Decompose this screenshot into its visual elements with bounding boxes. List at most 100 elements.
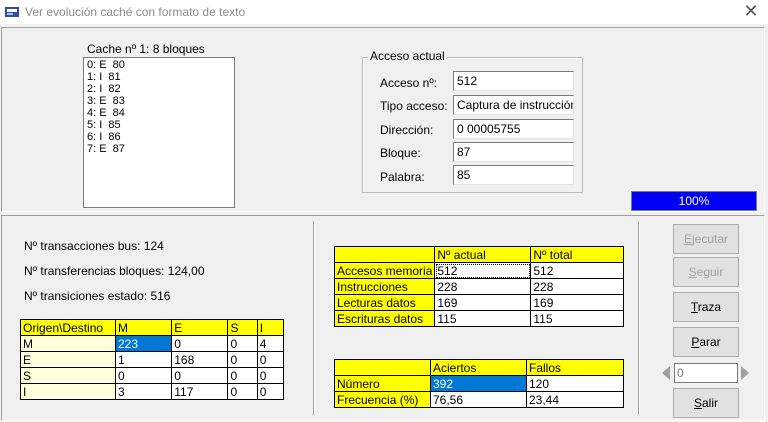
button-label: raza xyxy=(697,300,722,314)
divider xyxy=(313,221,315,415)
column-header: E xyxy=(171,319,229,336)
row-header: I xyxy=(20,383,116,400)
address-label: Dirección: xyxy=(380,123,434,137)
hits-table[interactable]: Aciertos Fallos Número 392 120 Frecuenci… xyxy=(334,359,624,408)
table-cell[interactable]: 392 xyxy=(430,375,527,392)
cache-label: Cache nº 1: 8 bloques xyxy=(87,42,205,56)
table-cell[interactable]: 115 xyxy=(434,310,532,327)
title-bar: Ver evolución caché con formato de texto… xyxy=(0,0,768,24)
button-mnemonic: E xyxy=(683,232,692,246)
list-item[interactable]: 1: I 81 xyxy=(87,71,231,83)
column-header: M xyxy=(114,319,173,336)
block-label: Bloque: xyxy=(380,146,421,160)
list-item[interactable]: 5: I 85 xyxy=(87,119,231,131)
stop-button[interactable]: Parar xyxy=(673,327,739,357)
column-header: Fallos xyxy=(526,359,624,376)
table-cell[interactable]: 0 xyxy=(227,351,258,368)
spin-right-icon[interactable] xyxy=(741,366,749,380)
address-field[interactable]: 0 00005755 xyxy=(453,119,574,139)
row-header: Lecturas datos xyxy=(333,294,436,311)
row-header: Accesos memoria xyxy=(333,262,436,279)
table-cell[interactable]: 223 xyxy=(114,335,173,352)
step-spinner-field[interactable]: 0 xyxy=(674,363,738,383)
table-cell[interactable]: 0 xyxy=(256,351,285,368)
row-header: Instrucciones xyxy=(333,278,436,295)
table-cell[interactable]: 0 xyxy=(171,335,229,352)
list-item[interactable]: 6: I 86 xyxy=(87,131,231,143)
table-cell[interactable]: 115 xyxy=(530,310,624,327)
table-row: Número 392 120 xyxy=(334,375,624,392)
access-table[interactable]: Nº actual Nº total Accesos memoria 512 5… xyxy=(333,246,624,327)
app-icon xyxy=(5,7,19,17)
table-cell[interactable]: 0 xyxy=(227,383,258,400)
row-header: M xyxy=(20,335,116,352)
table-cell[interactable]: 0 xyxy=(171,367,229,384)
row-header: Número xyxy=(334,375,431,392)
progress-label: 100% xyxy=(678,194,710,208)
table-cell[interactable]: 3 xyxy=(114,383,173,400)
table-cell[interactable]: 512 xyxy=(530,262,624,279)
table-row: I 3 117 0 0 xyxy=(20,383,285,400)
table-cell[interactable]: 1 xyxy=(114,351,173,368)
access-number-field[interactable]: 512 xyxy=(453,71,574,91)
table-cell[interactable]: 23,44 xyxy=(526,391,624,408)
block-field[interactable]: 87 xyxy=(453,142,574,162)
bus-transactions: Nº transacciones bus: 124 xyxy=(24,239,164,253)
table-cell[interactable]: 228 xyxy=(530,278,624,295)
list-item[interactable]: 7: E 87 xyxy=(87,143,231,155)
table-corner xyxy=(333,246,436,263)
table-cell[interactable]: 0 xyxy=(227,335,258,352)
transition-table[interactable]: Origen\Destino M E S I M 223 0 0 4 E 1 1… xyxy=(20,319,285,400)
word-label: Palabra: xyxy=(380,170,425,184)
table-header-row: Aciertos Fallos xyxy=(334,359,624,376)
column-header: Nº total xyxy=(530,246,624,263)
column-header: I xyxy=(256,319,285,336)
spin-left-icon[interactable] xyxy=(662,366,670,380)
table-row: Escrituras datos 115 115 xyxy=(333,310,624,327)
table-row: S 0 0 0 0 xyxy=(20,367,285,384)
table-cell[interactable]: 4 xyxy=(256,335,285,352)
continue-button[interactable]: Seguir xyxy=(673,257,739,287)
table-cell[interactable]: 169 xyxy=(434,294,532,311)
access-number-label: Acceso nº: xyxy=(380,76,438,90)
list-item[interactable]: 2: I 82 xyxy=(87,83,231,95)
table-cell[interactable]: 228 xyxy=(434,278,532,295)
table-row: Accesos memoria 512 512 xyxy=(333,262,624,279)
table-cell[interactable]: 76,56 xyxy=(430,391,527,408)
column-header: Nº actual xyxy=(434,246,532,263)
progress-bar: 100% xyxy=(631,191,757,211)
table-cell[interactable]: 169 xyxy=(530,294,624,311)
state-transitions: Nº transiciones estado: 516 xyxy=(24,289,171,303)
word-field[interactable]: 85 xyxy=(453,165,574,185)
table-cell[interactable]: 168 xyxy=(171,351,229,368)
list-item[interactable]: 3: E 83 xyxy=(87,95,231,107)
table-cell[interactable]: 0 xyxy=(256,383,285,400)
cache-blocks-list[interactable]: 0: E 80 1: I 81 2: I 82 3: E 83 4: E 84 … xyxy=(83,57,235,208)
table-row: Instrucciones 228 228 xyxy=(333,278,624,295)
exit-button[interactable]: Salir xyxy=(673,388,739,418)
close-button[interactable]: ✕ xyxy=(734,0,768,24)
execute-button[interactable]: Ejecutar xyxy=(673,224,739,254)
table-cell[interactable]: 0 xyxy=(256,367,285,384)
current-access-title: Acceso actual xyxy=(368,49,447,63)
table-cell[interactable]: 120 xyxy=(526,375,624,392)
button-label: alir xyxy=(702,396,719,410)
access-type-field[interactable]: Captura de instrucción xyxy=(453,95,574,115)
trace-button[interactable]: Traza xyxy=(673,292,739,322)
column-header: Aciertos xyxy=(430,359,527,376)
list-item[interactable]: 0: E 80 xyxy=(87,59,231,71)
table-cell[interactable]: 117 xyxy=(171,383,229,400)
button-mnemonic: T xyxy=(690,300,698,314)
table-cell[interactable]: 0 xyxy=(227,367,258,384)
button-mnemonic: S xyxy=(688,265,697,279)
list-item[interactable]: 4: E 84 xyxy=(87,107,231,119)
table-cell[interactable]: 512 xyxy=(434,262,532,279)
access-type-label: Tipo acceso: xyxy=(380,99,448,113)
button-label: jecutar xyxy=(691,232,729,246)
table-header-row: Nº actual Nº total xyxy=(333,246,624,263)
row-header: S xyxy=(20,367,116,384)
button-label: eguir xyxy=(696,265,724,279)
table-cell[interactable]: 0 xyxy=(114,367,173,384)
block-transfers: Nº transferencias bloques: 124,00 xyxy=(24,264,205,278)
table-row: Lecturas datos 169 169 xyxy=(333,294,624,311)
